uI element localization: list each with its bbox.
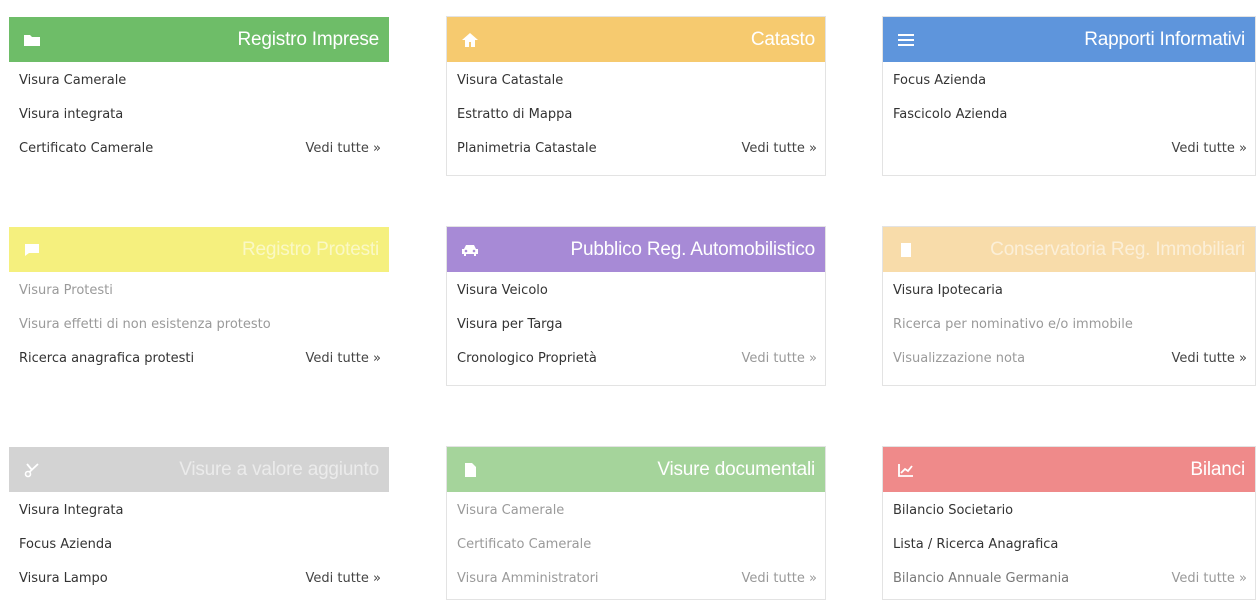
- link-visura-camerale[interactable]: Visura Camerale: [19, 72, 389, 106]
- vedi-tutte-link[interactable]: Vedi tutte »: [306, 350, 382, 368]
- card-title: Visure a valore aggiunto: [179, 458, 379, 480]
- link-estratto-di-mappa[interactable]: Estratto di Mappa: [457, 106, 825, 140]
- vedi-tutte-link[interactable]: Vedi tutte »: [306, 140, 382, 158]
- vedi-tutte-link[interactable]: Vedi tutte »: [1172, 350, 1248, 368]
- card-body: Visura Camerale Visura integrata Certifi…: [9, 62, 389, 174]
- card-title: Visure documentali: [657, 458, 815, 480]
- link-certificato-camerale[interactable]: Certificato Camerale: [457, 536, 825, 570]
- link-visura-camerale[interactable]: Visura Camerale: [457, 502, 825, 536]
- scissors-icon: [21, 459, 43, 481]
- card-visure-documentali: Visure documentali Visura Camerale Certi…: [446, 446, 826, 600]
- card-body: Bilancio Societario Lista / Ricerca Anag…: [883, 492, 1255, 604]
- card-body: Focus Azienda Fascicolo Azienda Vedi tut…: [883, 62, 1255, 156]
- list-icon: [895, 29, 917, 51]
- link-visura-catastale[interactable]: Visura Catastale: [457, 72, 825, 106]
- card-header[interactable]: Catasto: [447, 17, 825, 62]
- card-header[interactable]: Conservatoria Reg. Immobiliari: [883, 227, 1255, 272]
- link-visura-effetti-non-esistenza-protesto[interactable]: Visura effetti di non esistenza protesto: [19, 316, 389, 350]
- folder-icon: [21, 29, 43, 51]
- card-body: Visura Camerale Certificato Camerale Vis…: [447, 492, 825, 604]
- card-pubblico-reg-automobilistico: Pubblico Reg. Automobilistico Visura Vei…: [446, 226, 826, 386]
- home-icon: [459, 29, 481, 51]
- card-conservatoria-reg-immobiliari: Conservatoria Reg. Immobiliari Visura Ip…: [882, 226, 1256, 386]
- card-visure-valore-aggiunto: Visure a valore aggiunto Visura Integrat…: [8, 446, 390, 600]
- message-icon: [21, 239, 43, 261]
- card-header[interactable]: Rapporti Informativi: [883, 17, 1255, 62]
- card-body: Visura Protesti Visura effetti di non es…: [9, 272, 389, 384]
- document-icon: [459, 459, 481, 481]
- card-header[interactable]: Bilanci: [883, 447, 1255, 492]
- card-catasto: Catasto Visura Catastale Estratto di Map…: [446, 16, 826, 176]
- building-icon: [895, 239, 917, 261]
- card-header[interactable]: Pubblico Reg. Automobilistico: [447, 227, 825, 272]
- link-visura-protesti[interactable]: Visura Protesti: [19, 282, 389, 316]
- vedi-tutte-link[interactable]: Vedi tutte »: [1172, 570, 1248, 588]
- card-header[interactable]: Registro Protesti: [9, 227, 389, 272]
- card-title: Pubblico Reg. Automobilistico: [570, 238, 815, 260]
- card-title: Registro Imprese: [237, 28, 379, 50]
- link-bilancio-societario[interactable]: Bilancio Societario: [893, 502, 1255, 536]
- vedi-tutte-link[interactable]: Vedi tutte »: [1172, 140, 1248, 158]
- link-lista-ricerca-anagrafica[interactable]: Lista / Ricerca Anagrafica: [893, 536, 1255, 570]
- link-focus-azienda[interactable]: Focus Azienda: [893, 72, 1255, 106]
- vedi-tutte-link[interactable]: Vedi tutte »: [742, 140, 818, 158]
- card-title: Bilanci: [1190, 458, 1245, 480]
- link-ricerca-per-nominativo[interactable]: Ricerca per nominativo e/o immobile: [893, 316, 1255, 350]
- vedi-tutte-link[interactable]: Vedi tutte »: [742, 570, 818, 588]
- link-fascicolo-azienda[interactable]: Fascicolo Azienda: [893, 106, 1255, 140]
- card-title: Rapporti Informativi: [1084, 28, 1245, 50]
- card-title: Conservatoria Reg. Immobiliari: [990, 238, 1245, 260]
- card-body: Visura Veicolo Visura per Targa Cronolog…: [447, 272, 825, 384]
- link-visura-per-targa[interactable]: Visura per Targa: [457, 316, 825, 350]
- link-focus-azienda[interactable]: Focus Azienda: [19, 536, 389, 570]
- vedi-tutte-link[interactable]: Vedi tutte »: [306, 570, 382, 588]
- link-visura-integrata[interactable]: Visura Integrata: [19, 502, 389, 536]
- vedi-tutte-link[interactable]: Vedi tutte »: [742, 350, 818, 368]
- link-visura-ipotecaria[interactable]: Visura Ipotecaria: [893, 282, 1255, 316]
- car-icon: [459, 239, 481, 261]
- card-title: Catasto: [750, 28, 815, 50]
- card-rapporti-informativi: Rapporti Informativi Focus Azienda Fasci…: [882, 16, 1256, 176]
- card-registro-protesti: Registro Protesti Visura Protesti Visura…: [8, 226, 390, 386]
- card-title: Registro Protesti: [241, 238, 379, 260]
- link-visura-integrata[interactable]: Visura integrata: [19, 106, 389, 140]
- card-header[interactable]: Registro Imprese: [9, 17, 389, 62]
- card-header[interactable]: Visure documentali: [447, 447, 825, 492]
- card-body: Visura Ipotecaria Ricerca per nominativo…: [883, 272, 1255, 384]
- card-registro-imprese: Registro Imprese Visura Camerale Visura …: [8, 16, 390, 176]
- chart-icon: [895, 459, 917, 481]
- card-header[interactable]: Visure a valore aggiunto: [9, 447, 389, 492]
- card-body: Visura Catastale Estratto di Mappa Plani…: [447, 62, 825, 174]
- card-body: Visura Integrata Focus Azienda Visura La…: [9, 492, 389, 604]
- card-bilanci: Bilanci Bilancio Societario Lista / Rice…: [882, 446, 1256, 600]
- link-visura-veicolo[interactable]: Visura Veicolo: [457, 282, 825, 316]
